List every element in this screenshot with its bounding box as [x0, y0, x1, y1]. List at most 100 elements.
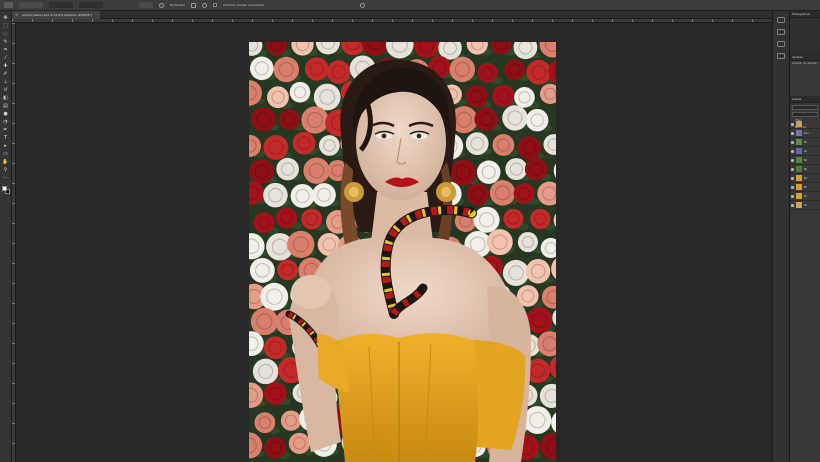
delete-cropped-label: Eliminar píxeles recortados	[223, 3, 264, 7]
hand-icon[interactable]: ✋	[2, 159, 9, 165]
layer-thumbnail	[796, 202, 802, 208]
marquee-icon[interactable]: ⬚	[2, 23, 9, 29]
crop-icon[interactable]: ⌗	[2, 47, 9, 53]
ratio-height-input[interactable]	[79, 2, 103, 8]
layer-name: Ni	[804, 167, 808, 171]
layers-icon[interactable]	[777, 41, 785, 47]
visibility-eye-icon[interactable]	[791, 149, 794, 153]
document-image[interactable]	[249, 42, 556, 462]
color-swatches[interactable]	[1, 185, 11, 195]
straighten-label: Enderezar	[170, 3, 186, 7]
layer-thumbnail	[796, 139, 802, 145]
histogram-area	[790, 18, 820, 54]
layer-row[interactable]: Ni	[790, 183, 820, 192]
settings-gear-icon[interactable]	[202, 2, 208, 8]
ruler-horizontal	[12, 19, 772, 23]
visibility-eye-icon[interactable]	[791, 167, 794, 171]
portrait-photo	[249, 42, 556, 462]
layer-kind-filter[interactable]: Tipo	[792, 105, 818, 122]
reset-icon[interactable]	[359, 2, 365, 8]
pen-icon[interactable]: ✒	[2, 127, 9, 133]
layer-thumbnail	[796, 157, 802, 163]
layer-row[interactable]: Ni	[790, 156, 820, 165]
document-tab-bar: × primer planos.psd al 33,4% (textura, R…	[12, 11, 772, 19]
shape-icon[interactable]: ▭	[2, 151, 9, 157]
add-adjustment-label: Añadir un ajuste	[792, 61, 817, 65]
visibility-eye-icon[interactable]	[791, 185, 794, 189]
path-select-icon[interactable]: ▸	[2, 143, 9, 149]
layer-thumbnail	[796, 193, 802, 199]
photoshop-window: Proporción Borrar Enderezar Eliminar píx…	[0, 0, 820, 462]
adjustments-icon[interactable]	[777, 29, 785, 35]
layer-name: ...	[804, 122, 807, 126]
options-bar: Proporción Borrar Enderezar Eliminar píx…	[0, 0, 820, 18]
delete-cropped-checkbox[interactable]	[213, 3, 218, 7]
layers-list: ... tex Ni Ni Ni Ni Ni Ni Ni Ni	[790, 120, 820, 210]
blur-icon[interactable]: ●	[2, 111, 9, 117]
adjustments-tab[interactable]: Ajustes	[790, 54, 820, 61]
close-icon[interactable]: ×	[15, 13, 18, 17]
layer-row[interactable]: Ni	[790, 201, 820, 210]
eyedropper-icon[interactable]: ⁄	[2, 55, 9, 61]
more-tools-icon[interactable]: ⋯	[2, 175, 9, 181]
visibility-eye-icon[interactable]	[791, 203, 794, 207]
eraser-icon[interactable]: ◧	[2, 95, 9, 101]
crop-tool-preset-icon[interactable]	[4, 2, 13, 8]
panels-dock: Histograma Ajustes Añadir un ajuste Capa…	[790, 11, 820, 462]
history-brush-icon[interactable]: ↺	[2, 87, 9, 93]
move-icon[interactable]: ✥	[2, 15, 9, 21]
type-icon[interactable]: T	[2, 135, 9, 141]
visibility-eye-icon[interactable]	[791, 194, 794, 198]
layer-name: Ni	[804, 149, 808, 153]
histogram-tab[interactable]: Histograma	[790, 11, 820, 18]
layer-thumbnail	[796, 148, 802, 154]
visibility-eye-icon[interactable]	[791, 131, 794, 135]
visibility-eye-icon[interactable]	[791, 140, 794, 144]
layer-name: tex	[804, 131, 809, 135]
lasso-icon[interactable]: ◌	[2, 31, 9, 37]
histogram-icon[interactable]	[777, 17, 785, 23]
gradient-icon[interactable]: ▤	[2, 103, 9, 109]
brush-icon[interactable]: ✐	[2, 71, 9, 77]
layer-row[interactable]: Ni	[790, 138, 820, 147]
layer-row[interactable]: tex	[790, 129, 820, 138]
layer-name: Ni	[804, 185, 808, 189]
blend-mode-select[interactable]: Normal	[792, 112, 818, 129]
straighten-icon[interactable]	[159, 2, 164, 8]
visibility-eye-icon[interactable]	[791, 122, 794, 126]
layer-name: Ni	[804, 140, 808, 144]
clear-button[interactable]: Borrar	[139, 2, 153, 18]
stamp-icon[interactable]: ⊥	[2, 79, 9, 85]
quick-select-icon[interactable]: ✎	[2, 39, 9, 45]
layer-thumbnail	[796, 130, 802, 136]
ruler-vertical	[12, 23, 16, 462]
document-tab[interactable]: × primer planos.psd al 33,4% (textura, R…	[12, 11, 100, 19]
layer-thumbnail	[796, 175, 802, 181]
canvas-area[interactable]	[17, 24, 772, 462]
layer-row[interactable]: Ni	[790, 192, 820, 201]
panel-icon-strip	[772, 11, 790, 462]
layer-row[interactable]: Ni	[790, 147, 820, 156]
layer-name: Ni	[804, 194, 808, 198]
layer-row[interactable]: Ni	[790, 174, 820, 183]
foreground-color-swatch[interactable]	[1, 186, 7, 191]
adjustments-grid	[790, 66, 820, 96]
layer-name: Ni	[804, 203, 808, 207]
dodge-icon[interactable]: ◔	[2, 119, 9, 125]
layer-name: Ni	[804, 176, 808, 180]
layers-tab[interactable]: Capas	[790, 96, 820, 103]
layer-thumbnail	[796, 166, 802, 172]
visibility-eye-icon[interactable]	[791, 176, 794, 180]
overlay-grid-icon[interactable]	[191, 2, 197, 8]
zoom-icon[interactable]: ⚲	[2, 167, 9, 173]
document-tab-title: primer planos.psd al 33,4% (textura, RGB…	[22, 13, 93, 17]
layer-row[interactable]: Ni	[790, 165, 820, 174]
layer-name: Ni	[804, 158, 808, 162]
tools-panel: ✥ ⬚ ◌ ✎ ⌗ ⁄ ✚ ✐ ⊥ ↺ ◧ ▤ ● ◔ ✒ T ▸ ▭ ✋ ⚲ ⋯	[0, 11, 12, 462]
channels-icon[interactable]	[777, 53, 785, 59]
visibility-eye-icon[interactable]	[791, 158, 794, 162]
healing-icon[interactable]: ✚	[2, 63, 9, 69]
ratio-dropdown[interactable]: Proporción	[19, 2, 43, 18]
layer-thumbnail	[796, 121, 802, 127]
ratio-width-input[interactable]	[49, 2, 73, 8]
